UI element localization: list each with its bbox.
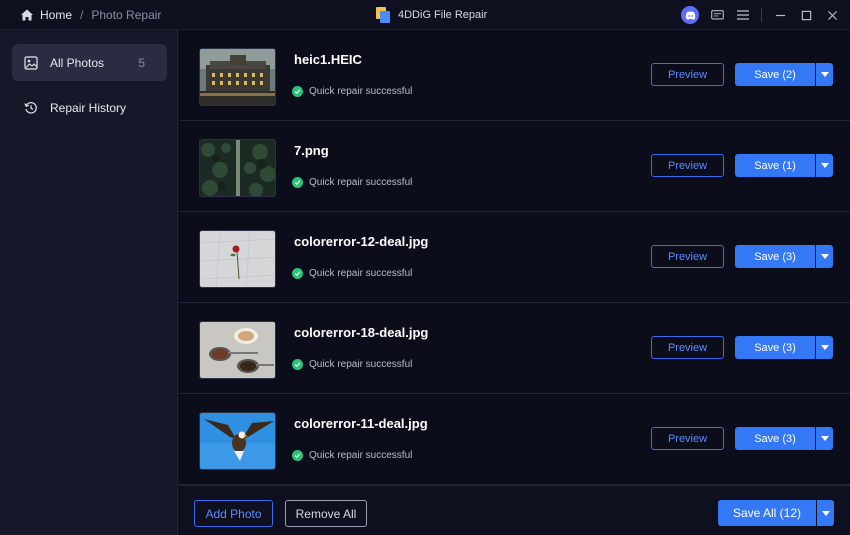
list-item: heic1.HEIC Quick repair successful Previ… <box>179 30 850 121</box>
photo-count-badge: 5 <box>138 55 145 70</box>
save-dropdown-button[interactable] <box>816 245 833 268</box>
save-button[interactable]: Save (2) <box>735 63 815 86</box>
preview-button[interactable]: Preview <box>651 154 724 177</box>
add-photo-button[interactable]: Add Photo <box>194 500 273 527</box>
list-item: colorerror-18-deal.jpg Quick repair succ… <box>179 303 850 394</box>
repair-status-text: Quick repair successful <box>309 450 413 461</box>
repair-status-text: Quick repair successful <box>309 268 413 279</box>
save-dropdown-button[interactable] <box>816 427 833 450</box>
check-circle-icon <box>292 177 303 188</box>
file-name: colorerror-12-deal.jpg <box>294 234 429 249</box>
save-dropdown-button[interactable] <box>816 63 833 86</box>
check-circle-icon <box>292 268 303 279</box>
repair-status-text: Quick repair successful <box>309 86 413 97</box>
repair-status: Quick repair successful <box>292 268 412 279</box>
sidebar-item-all-photos[interactable]: All Photos 5 <box>12 44 167 81</box>
chevron-down-icon <box>820 436 829 441</box>
list-item: colorerror-11-deal.jpg Quick repair succ… <box>179 394 850 485</box>
home-icon[interactable] <box>20 8 34 22</box>
close-icon[interactable] <box>824 7 840 23</box>
title-separator <box>761 8 762 22</box>
check-circle-icon <box>292 359 303 370</box>
sidebar-item-label: All Photos <box>50 55 105 70</box>
maximize-icon[interactable] <box>798 7 814 23</box>
repair-status: Quick repair successful <box>292 450 412 461</box>
window-controls <box>681 0 840 30</box>
app-title: 4DDiG File Repair <box>376 0 487 30</box>
breadcrumb-separator: / <box>80 8 84 22</box>
chevron-down-icon <box>820 163 829 168</box>
preview-button[interactable]: Preview <box>651 63 724 86</box>
breadcrumb-current: Photo Repair <box>91 8 162 22</box>
history-icon <box>24 101 38 115</box>
file-name: 7.png <box>294 143 329 158</box>
save-button[interactable]: Save (3) <box>735 245 815 268</box>
app-title-text: 4DDiG File Repair <box>398 9 488 21</box>
title-bar: Home / Photo Repair 4DDiG File Repair <box>0 0 850 30</box>
save-button[interactable]: Save (1) <box>735 154 815 177</box>
photo-thumbnail[interactable] <box>199 48 276 106</box>
photo-list: heic1.HEIC Quick repair successful Previ… <box>179 30 850 485</box>
save-dropdown-button[interactable] <box>816 154 833 177</box>
photo-thumbnail[interactable] <box>199 412 276 470</box>
file-name: colorerror-11-deal.jpg <box>294 416 428 431</box>
preview-button[interactable]: Preview <box>651 245 724 268</box>
save-all-button[interactable]: Save All (12) <box>718 500 816 526</box>
repair-status-text: Quick repair successful <box>309 177 413 188</box>
remove-all-button[interactable]: Remove All <box>285 500 367 527</box>
chevron-down-icon <box>820 345 829 350</box>
check-circle-icon <box>292 450 303 461</box>
app-logo-icon <box>376 7 390 23</box>
repair-status: Quick repair successful <box>292 177 412 188</box>
save-all-dropdown-button[interactable] <box>817 500 834 526</box>
feedback-icon[interactable] <box>709 7 725 23</box>
chevron-down-icon <box>820 254 829 259</box>
save-button[interactable]: Save (3) <box>735 336 815 359</box>
breadcrumb: Home / Photo Repair <box>20 0 161 30</box>
menu-icon[interactable] <box>735 7 751 23</box>
sidebar: All Photos 5 Repair History <box>0 30 178 535</box>
photo-thumbnail[interactable] <box>199 321 276 379</box>
discord-icon[interactable] <box>681 6 699 24</box>
file-name: heic1.HEIC <box>294 52 362 67</box>
save-button[interactable]: Save (3) <box>735 427 815 450</box>
save-dropdown-button[interactable] <box>816 336 833 359</box>
photo-thumbnail[interactable] <box>199 139 276 197</box>
breadcrumb-home[interactable]: Home <box>40 8 72 22</box>
image-icon <box>24 55 38 70</box>
sidebar-item-label: Repair History <box>50 100 127 115</box>
file-name: colorerror-18-deal.jpg <box>294 325 429 340</box>
repair-status-text: Quick repair successful <box>309 359 413 370</box>
preview-button[interactable]: Preview <box>651 427 724 450</box>
preview-button[interactable]: Preview <box>651 336 724 359</box>
list-item: colorerror-12-deal.jpg Quick repair succ… <box>179 212 850 303</box>
check-circle-icon <box>292 86 303 97</box>
repair-status: Quick repair successful <box>292 359 412 370</box>
minimize-icon[interactable] <box>772 7 788 23</box>
chevron-down-icon <box>820 72 829 77</box>
chevron-down-icon <box>821 510 830 516</box>
photo-thumbnail[interactable] <box>199 230 276 288</box>
sidebar-item-repair-history[interactable]: Repair History <box>12 89 167 126</box>
repair-status: Quick repair successful <box>292 86 412 97</box>
list-item: 7.png Quick repair successful Preview Sa… <box>179 121 850 212</box>
footer-bar: Add Photo Remove All Save All (12) <box>179 485 850 535</box>
